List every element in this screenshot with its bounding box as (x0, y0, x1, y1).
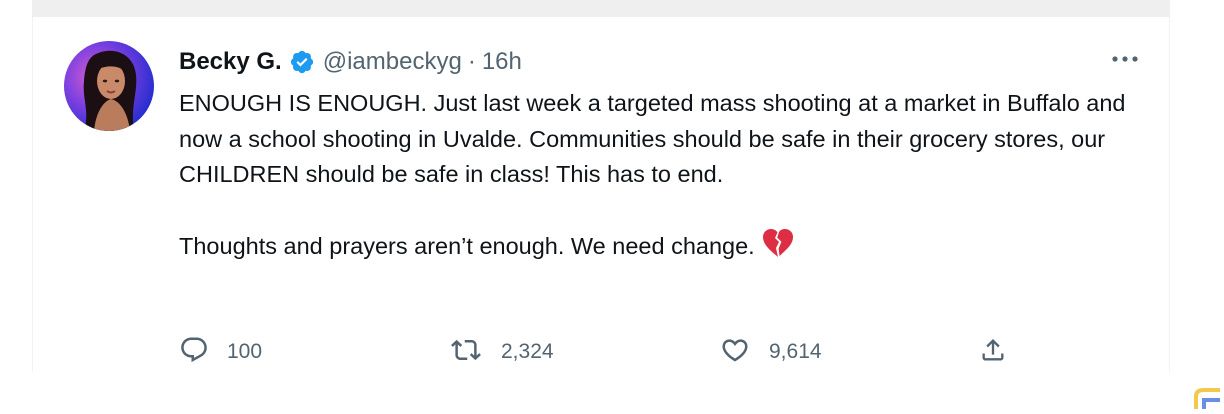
avatar-image (83, 50, 137, 131)
like-heart-icon (719, 335, 751, 370)
broken-heart-icon (761, 228, 795, 269)
retweet-count: 2,324 (501, 340, 554, 363)
retweet-icon (449, 335, 483, 370)
tweet-card[interactable]: Becky G. @iambeckyg · 16h ENOUGH IS ENOU… (32, 17, 1170, 372)
tweet-text: ENOUGH IS ENOUGH. Just last week a targe… (179, 86, 1139, 269)
tweet-header: Becky G. @iambeckyg · 16h (179, 46, 522, 78)
tweet-actions: 100 2,324 9,614 (179, 337, 1004, 367)
corner-decoration-icon (1190, 384, 1224, 409)
verified-badge-icon (289, 49, 315, 75)
share-button[interactable] (979, 337, 1007, 367)
tweet-timestamp[interactable]: 16h (482, 48, 522, 76)
reply-button[interactable]: 100 (179, 337, 262, 367)
like-count: 9,614 (769, 340, 822, 363)
tweet-paragraph-1: ENOUGH IS ENOUGH. Just last week a targe… (179, 90, 1126, 187)
header-separator: · (467, 48, 476, 75)
more-horizontal-icon[interactable] (1105, 47, 1145, 71)
tweet-paragraph-2-text: Thoughts and prayers aren’t enough. We n… (179, 233, 755, 259)
reply-count: 100 (227, 340, 263, 363)
author-handle[interactable]: @iambeckyg (323, 48, 462, 76)
like-button[interactable]: 9,614 (719, 337, 822, 367)
retweet-button[interactable]: 2,324 (449, 337, 554, 367)
share-icon (979, 335, 1007, 370)
avatar[interactable] (64, 41, 154, 131)
top-strip (32, 0, 1170, 17)
tweet-paragraph-2: Thoughts and prayers aren’t enough. We n… (179, 228, 1139, 269)
author-display-name[interactable]: Becky G. (179, 48, 282, 76)
reply-icon (179, 335, 209, 370)
